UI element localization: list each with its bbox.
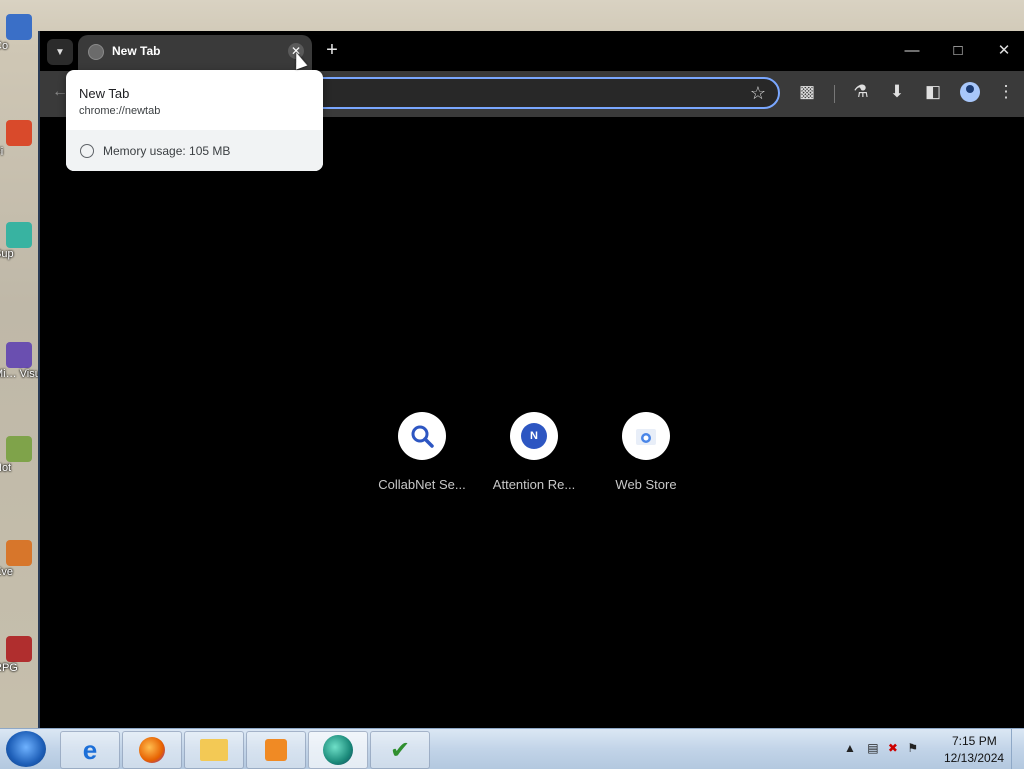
taskbar-app-firefox[interactable] (122, 731, 182, 769)
tab-title: New Tab (112, 44, 161, 58)
desktop-icon-label: Fi (0, 146, 4, 158)
flag-icon[interactable]: ⚑ (907, 741, 918, 755)
new-tab-button[interactable]: + (322, 40, 342, 60)
app-icon (6, 120, 32, 146)
title-bar: ▼ New Tab ✕ + — □ ✕ (40, 31, 1024, 71)
download-icon[interactable]: ⬇ (886, 82, 908, 102)
clock-date[interactable]: 12/13/2024 (944, 751, 1004, 765)
side-panel-icon[interactable]: ◧ (922, 82, 944, 102)
desktop-icon-6[interactable]: Eve (0, 540, 36, 578)
profile-icon[interactable] (960, 82, 980, 102)
memory-usage: Memory usage: 105 MB (103, 144, 231, 158)
tab-new-tab[interactable]: New Tab ✕ (78, 35, 312, 71)
globe-icon (88, 44, 104, 60)
chevron-down-icon: ▼ (55, 46, 65, 58)
show-desktop-button[interactable] (1011, 729, 1024, 769)
shortcut-tile (622, 412, 670, 460)
bookmark-star-icon[interactable]: ☆ (750, 83, 766, 104)
taskbar-app-browser[interactable] (308, 731, 368, 769)
desktop-icon-5[interactable]: Not (0, 436, 36, 474)
desktop-icon-label: Eve (0, 566, 13, 578)
extensions-icon[interactable]: ▩ (796, 82, 818, 102)
system-tray: ▲ ▤ ✖ ⚑ (844, 741, 918, 755)
desktop-icon-2[interactable]: Fi (0, 120, 36, 158)
computer-icon (6, 14, 32, 40)
shortcut-label: CollabNet Se... (378, 477, 466, 492)
volume-muted-icon[interactable]: ✖ (888, 741, 898, 755)
shortcut-label: Attention Re... (492, 477, 576, 492)
app-icon (6, 342, 32, 368)
tray-expand-icon[interactable]: ▲ (844, 741, 856, 755)
webstore-icon (636, 429, 656, 445)
start-button[interactable] (6, 731, 46, 767)
taskbar-app-tasks[interactable]: ✔ (370, 731, 430, 769)
desktop-icon-7[interactable]: RPG (0, 636, 36, 674)
gauge-icon (80, 144, 94, 158)
taskbar: e ✔ ▲ ▤ ✖ ⚑ 7:15 PM 12/13/2024 (0, 728, 1024, 769)
minimize-button[interactable]: — (900, 39, 924, 63)
taskbar-app-ie[interactable]: e (60, 731, 120, 769)
firefox-icon (139, 737, 165, 763)
internet-explorer-icon: e (82, 734, 98, 765)
labs-flask-icon[interactable]: ⚗ (850, 82, 872, 102)
desktop-icon-label: RPG (0, 662, 18, 674)
app-icon (6, 636, 32, 662)
hover-card-url: chrome://newtab (79, 105, 161, 117)
network-icon[interactable]: ▤ (867, 741, 878, 755)
hover-card-footer: Memory usage: 105 MB (66, 130, 323, 171)
tab-search-button[interactable]: ▼ (47, 39, 73, 65)
media-player-icon (265, 739, 287, 761)
app-icon (6, 222, 32, 248)
taskbar-app-media[interactable] (246, 731, 306, 769)
toolbar-divider (834, 85, 835, 103)
maximize-button[interactable]: □ (946, 39, 970, 63)
desktop-icon-label: Mi… Visu (0, 368, 38, 380)
shortcut-label: Web Store (615, 477, 677, 492)
app-icon (6, 540, 32, 566)
menu-icon[interactable]: ⋮ (995, 82, 1017, 102)
desktop-icon-label: Sup (0, 248, 14, 260)
desktop-icon-3[interactable]: Sup (0, 222, 36, 260)
taskbar-app-explorer[interactable] (184, 731, 244, 769)
shortcut-attention[interactable]: N Attention Re... (478, 412, 590, 492)
file-explorer-icon (200, 739, 228, 761)
shortcut-web-store[interactable]: Web Store (590, 412, 702, 492)
task-app-icon: ✔ (389, 736, 411, 764)
notepad-icon (6, 436, 32, 462)
desktop-icon-label: Co (0, 40, 9, 52)
desktop-icon-4[interactable]: Mi… Visu (0, 342, 38, 380)
browser-app-icon (323, 735, 353, 765)
clock-time[interactable]: 7:15 PM (952, 734, 997, 748)
shortcut-tile (398, 412, 446, 460)
hover-card-title: New Tab (79, 86, 130, 101)
shortcut-collabnet[interactable]: CollabNet Se... (366, 412, 478, 492)
close-window-button[interactable]: ✕ (992, 39, 1016, 63)
desktop-icon-label: Not (0, 462, 12, 474)
shortcut-tile: N (510, 412, 558, 460)
tab-hover-card: New Tab chrome://newtab Memory usage: 10… (66, 70, 323, 171)
desktop-icons-strip: Co Fi Sup Mi… Visu Not Eve RPG (0, 0, 38, 728)
n-letter-icon: N (521, 423, 547, 449)
desktop-icon-computer[interactable]: Co (0, 14, 36, 52)
search-icon (411, 425, 434, 448)
